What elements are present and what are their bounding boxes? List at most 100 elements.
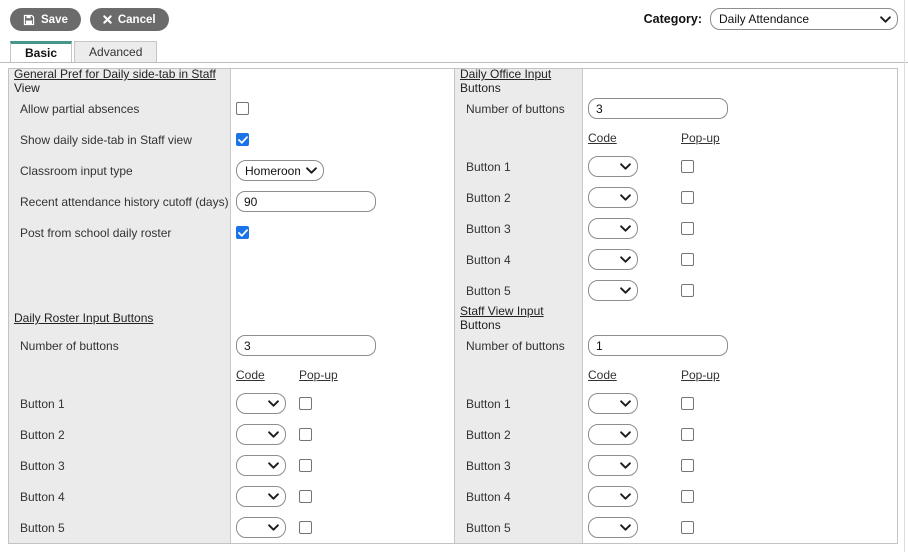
section-title-daily-roster-input-buttons-input-cell (231, 306, 454, 330)
daily-roster-input-buttons-button-5-code-select[interactable] (236, 517, 286, 538)
daily-office-input-buttons-column-headers-row: Code Pop-up (455, 124, 897, 151)
daily-office-input-buttons-button-5-row: Button 5 (455, 275, 897, 306)
show-daily-side-tab-in-staff-view-row-label-cell: Show daily side-tab in Staff view (9, 124, 231, 155)
daily-office-input-buttons-button-1-code-select[interactable] (588, 156, 638, 177)
daily-roster-input-buttons-button-4-code-select[interactable] (236, 486, 286, 507)
section-title-daily-office-input-buttons-text: Daily Office Input Buttons (460, 67, 552, 95)
section-title-general: General Pref for Daily side-tab in Staff… (9, 67, 454, 95)
cancel-button[interactable]: Cancel (89, 8, 169, 31)
daily-office-input-buttons-column-headers-row-label-cell (455, 124, 583, 151)
toolbar: Save Cancel (10, 8, 169, 31)
daily-roster-input-buttons-button-2-row-input-cell (231, 419, 454, 450)
staff-view-input-buttons-button-3-row: Button 3 (455, 450, 897, 481)
staff-view-input-buttons-button-5-code-select[interactable] (588, 517, 638, 538)
tab-advanced[interactable]: Advanced (74, 41, 158, 62)
section-title-general-label-cell: General Pref for Daily side-tab in Staff… (9, 67, 231, 95)
daily-roster-input-buttons-button-2-popup-checkbox[interactable] (299, 428, 312, 441)
daily-roster-input-buttons-button-1-code-select[interactable] (236, 393, 286, 414)
daily-office-input-buttons-button-4-row: Button 4 (455, 244, 897, 275)
daily-roster-input-buttons-button-5-popup-checkbox[interactable] (299, 521, 312, 534)
staff-view-input-buttons-number-of-buttons-row-input-cell (583, 330, 897, 361)
daily-office-input-buttons-button-4-row-input-cell (583, 244, 897, 275)
daily-office-input-buttons-button-4-popup-checkbox[interactable] (681, 253, 694, 266)
daily-roster-input-buttons-column-headers-row-input-cell: Code Pop-up (231, 361, 454, 388)
section-title-daily-roster-input-buttons-label-cell: Daily Roster Input Buttons (9, 306, 231, 330)
code-column-header: Code (588, 130, 617, 145)
daily-office-input-buttons-button-4-row-label-cell: Button 4 (455, 244, 583, 275)
daily-office-input-buttons-button-5-code-select[interactable] (588, 280, 638, 301)
spacer-row-label-cell (9, 248, 231, 306)
staff-view-input-buttons-column-headers-row: Code Pop-up (455, 361, 897, 388)
daily-roster-input-buttons-button-3-code-select[interactable] (236, 455, 286, 476)
daily-roster-input-buttons-button-4-popup-checkbox[interactable] (299, 490, 312, 503)
category-group: Category: Daily Attendance (644, 8, 898, 30)
daily-office-input-buttons-button-2-code-cell (588, 187, 681, 208)
section-title-daily-office-input-buttons-label-cell: Daily Office Input Buttons (455, 67, 583, 95)
classroom-input-type-row-input-cell: Homeroom (231, 155, 454, 186)
daily-office-input-buttons-button-2-code-select[interactable] (588, 187, 638, 208)
daily-office-input-buttons-button-3-popup-checkbox[interactable] (681, 222, 694, 235)
daily-office-input-buttons-button-4-label: Button 4 (466, 252, 511, 267)
recent-attendance-history-cutoff-days-input[interactable] (236, 191, 376, 212)
daily-office-input-buttons-button-1-popup-checkbox[interactable] (681, 160, 694, 173)
category-select[interactable]: Daily Attendance (710, 8, 898, 30)
chevron-down-icon (268, 400, 279, 407)
staff-view-input-buttons-button-2-code-select[interactable] (588, 424, 638, 445)
chevron-down-icon (268, 462, 279, 469)
cancel-button-label: Cancel (117, 13, 156, 26)
daily-office-input-buttons-button-5-label: Button 5 (466, 283, 511, 298)
classroom-input-type-select[interactable]: Homeroom (236, 160, 324, 181)
daily-office-input-buttons-button-1-label: Button 1 (466, 159, 511, 174)
daily-office-input-buttons-button-2-row: Button 2 (455, 182, 897, 213)
post-from-school-daily-roster-row-label-cell: Post from school daily roster (9, 217, 231, 248)
daily-roster-input-buttons-button-3-popup-checkbox[interactable] (299, 459, 312, 472)
staff-view-input-buttons-button-1-popup-checkbox[interactable] (681, 397, 694, 410)
daily-roster-input-buttons-button-4-row-label-cell: Button 4 (9, 481, 231, 512)
classroom-input-type-select-value: Homeroom (245, 163, 300, 178)
chevron-down-icon (620, 163, 631, 170)
staff-view-input-buttons-number-of-buttons-input[interactable] (588, 335, 728, 356)
staff-view-input-buttons-button-3-code-select[interactable] (588, 455, 638, 476)
daily-office-input-buttons-number-of-buttons-input[interactable] (588, 98, 728, 119)
section-title-staff-view-input-buttons: Staff View Input Buttons (455, 304, 897, 332)
daily-roster-input-buttons-button-1-popup-checkbox[interactable] (299, 397, 312, 410)
daily-office-input-buttons-button-4-code-select[interactable] (588, 249, 638, 270)
staff-view-input-buttons-column-headers-row-label-cell (455, 361, 583, 388)
daily-office-input-buttons-button-5-code-cell (588, 280, 681, 301)
chevron-down-icon (620, 400, 631, 407)
settings-panel-right: Daily Office Input Buttons Number of butt… (455, 67, 897, 543)
daily-roster-input-buttons-number-of-buttons-input[interactable] (236, 335, 376, 356)
spacer-row-input-cell (231, 248, 454, 306)
daily-roster-input-buttons-button-4-label: Button 4 (20, 489, 65, 504)
staff-view-input-buttons-button-4-code-select[interactable] (588, 486, 638, 507)
staff-view-input-buttons-button-1-code-select[interactable] (588, 393, 638, 414)
save-button[interactable]: Save (10, 8, 81, 31)
chevron-down-icon (620, 225, 631, 232)
staff-view-input-buttons-button-3-popup-checkbox[interactable] (681, 459, 694, 472)
number-of-buttons-label: Number of buttons (20, 338, 119, 353)
staff-view-input-buttons-button-4-label: Button 4 (466, 489, 511, 504)
staff-view-input-buttons-button-2-row-label-cell: Button 2 (455, 419, 583, 450)
allow-partial-absences-row-label-cell: Allow partial absences (9, 93, 231, 124)
post-from-school-daily-roster-checkbox[interactable] (236, 226, 249, 239)
section-title-staff-view-input-buttons-label-cell: Staff View Input Buttons (455, 304, 583, 332)
staff-view-input-buttons-column-headers-row-input-cell: Code Pop-up (583, 361, 897, 388)
staff-view-input-buttons-button-4-row-input-cell (583, 481, 897, 512)
allow-partial-absences-checkbox[interactable] (236, 102, 249, 115)
staff-view-input-buttons-button-5-popup-checkbox[interactable] (681, 521, 694, 534)
chevron-down-icon (620, 462, 631, 469)
daily-office-input-buttons-button-2-popup-checkbox[interactable] (681, 191, 694, 204)
staff-view-input-buttons-button-4-popup-checkbox[interactable] (681, 490, 694, 503)
chevron-down-icon (620, 256, 631, 263)
staff-view-input-buttons-button-2-popup-checkbox[interactable] (681, 428, 694, 441)
daily-roster-input-buttons-button-2-code-cell (236, 424, 299, 445)
daily-office-input-buttons-button-4-code-cell (588, 249, 681, 270)
category-select-value: Daily Attendance (719, 12, 810, 26)
daily-office-input-buttons-button-5-popup-checkbox[interactable] (681, 284, 694, 297)
daily-roster-input-buttons-button-2-code-select[interactable] (236, 424, 286, 445)
tab-basic[interactable]: Basic (10, 41, 73, 62)
show-daily-side-tab-in-staff-view-checkbox[interactable] (236, 133, 249, 146)
staff-view-input-buttons-number-of-buttons-row: Number of buttons (455, 330, 897, 361)
daily-office-input-buttons-button-3-code-select[interactable] (588, 218, 638, 239)
show-daily-side-tab-in-staff-view-row-input-cell (231, 124, 454, 155)
